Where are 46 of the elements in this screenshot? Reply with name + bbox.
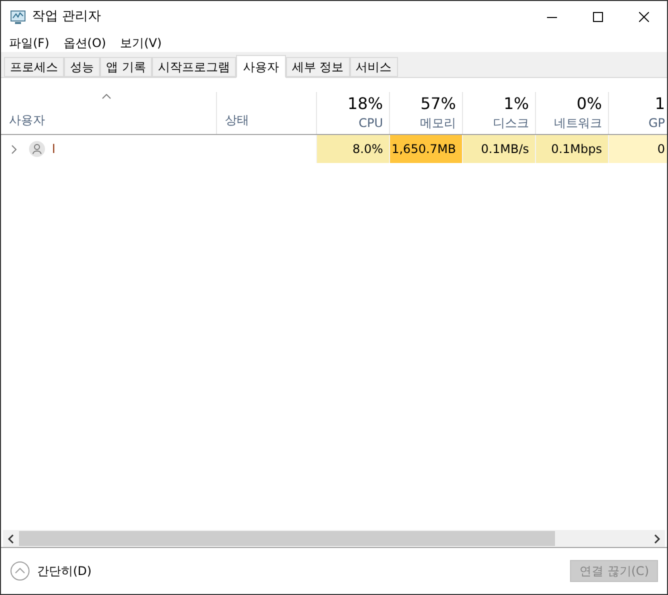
tab[interactable]: 사용자	[236, 55, 286, 78]
sort-up-icon	[102, 94, 111, 99]
menu-item[interactable]: 파일(F)	[9, 34, 50, 52]
menu-item[interactable]: 옵션(O)	[63, 34, 106, 52]
column-percent: 18%	[347, 93, 383, 115]
column-label: 메모리	[420, 115, 456, 131]
column-label: GP	[648, 115, 665, 131]
menu-item[interactable]: 보기(V)	[120, 34, 162, 52]
column-label: 사용자	[9, 112, 46, 129]
column-header[interactable]: 1 GP	[608, 92, 667, 134]
tab[interactable]: 프로세스	[4, 57, 64, 77]
column-header[interactable]: 1% 디스크	[462, 92, 535, 134]
usage-cell: 8.0%	[316, 135, 389, 163]
column-percent: 0%	[576, 93, 602, 115]
column-header[interactable]: 57% 메모리	[389, 92, 462, 134]
window-title: 작업 관리자	[32, 8, 102, 26]
column-header[interactable]: 사용자	[1, 92, 216, 134]
column-header[interactable]: 상태	[216, 92, 316, 134]
column-header[interactable]: 0% 네트워크	[535, 92, 608, 134]
column-percent: 57%	[420, 93, 456, 115]
expand-chevron-icon[interactable]	[11, 144, 17, 154]
user-name: l	[52, 141, 56, 158]
usage-cell: 0	[608, 135, 667, 163]
user-row[interactable]: l 8.0% 1,650.7MB 0.1MB/s 0.1Mbps 0	[1, 135, 667, 163]
column-percent: 1%	[504, 93, 529, 115]
collapse-link[interactable]: 간단히(D)	[37, 562, 92, 580]
user-avatar-icon	[29, 141, 45, 157]
usage-cell: 1,650.7MB	[389, 135, 462, 163]
tab[interactable]: 앱 기록	[100, 57, 152, 77]
column-label: 상태	[225, 112, 250, 129]
column-header[interactable]: 18% CPU	[316, 92, 389, 134]
usage-cell: 0.1Mbps	[535, 135, 608, 163]
column-label: CPU	[358, 115, 383, 131]
column-label: 네트워크	[554, 115, 602, 131]
close-icon	[639, 12, 649, 22]
column-percent: 1	[654, 93, 665, 115]
monitor-icon	[10, 9, 26, 25]
tab[interactable]: 서비스	[350, 57, 398, 77]
tab[interactable]: 시작프로그램	[152, 57, 236, 77]
usage-cell: 0.1MB/s	[462, 135, 535, 163]
column-label: 디스크	[493, 115, 529, 131]
maximize-icon	[593, 12, 603, 22]
tab[interactable]: 세부 정보	[286, 57, 350, 77]
tab[interactable]: 성능	[64, 57, 100, 77]
collapse-up-icon[interactable]	[10, 561, 30, 581]
minimize-icon	[547, 16, 557, 18]
